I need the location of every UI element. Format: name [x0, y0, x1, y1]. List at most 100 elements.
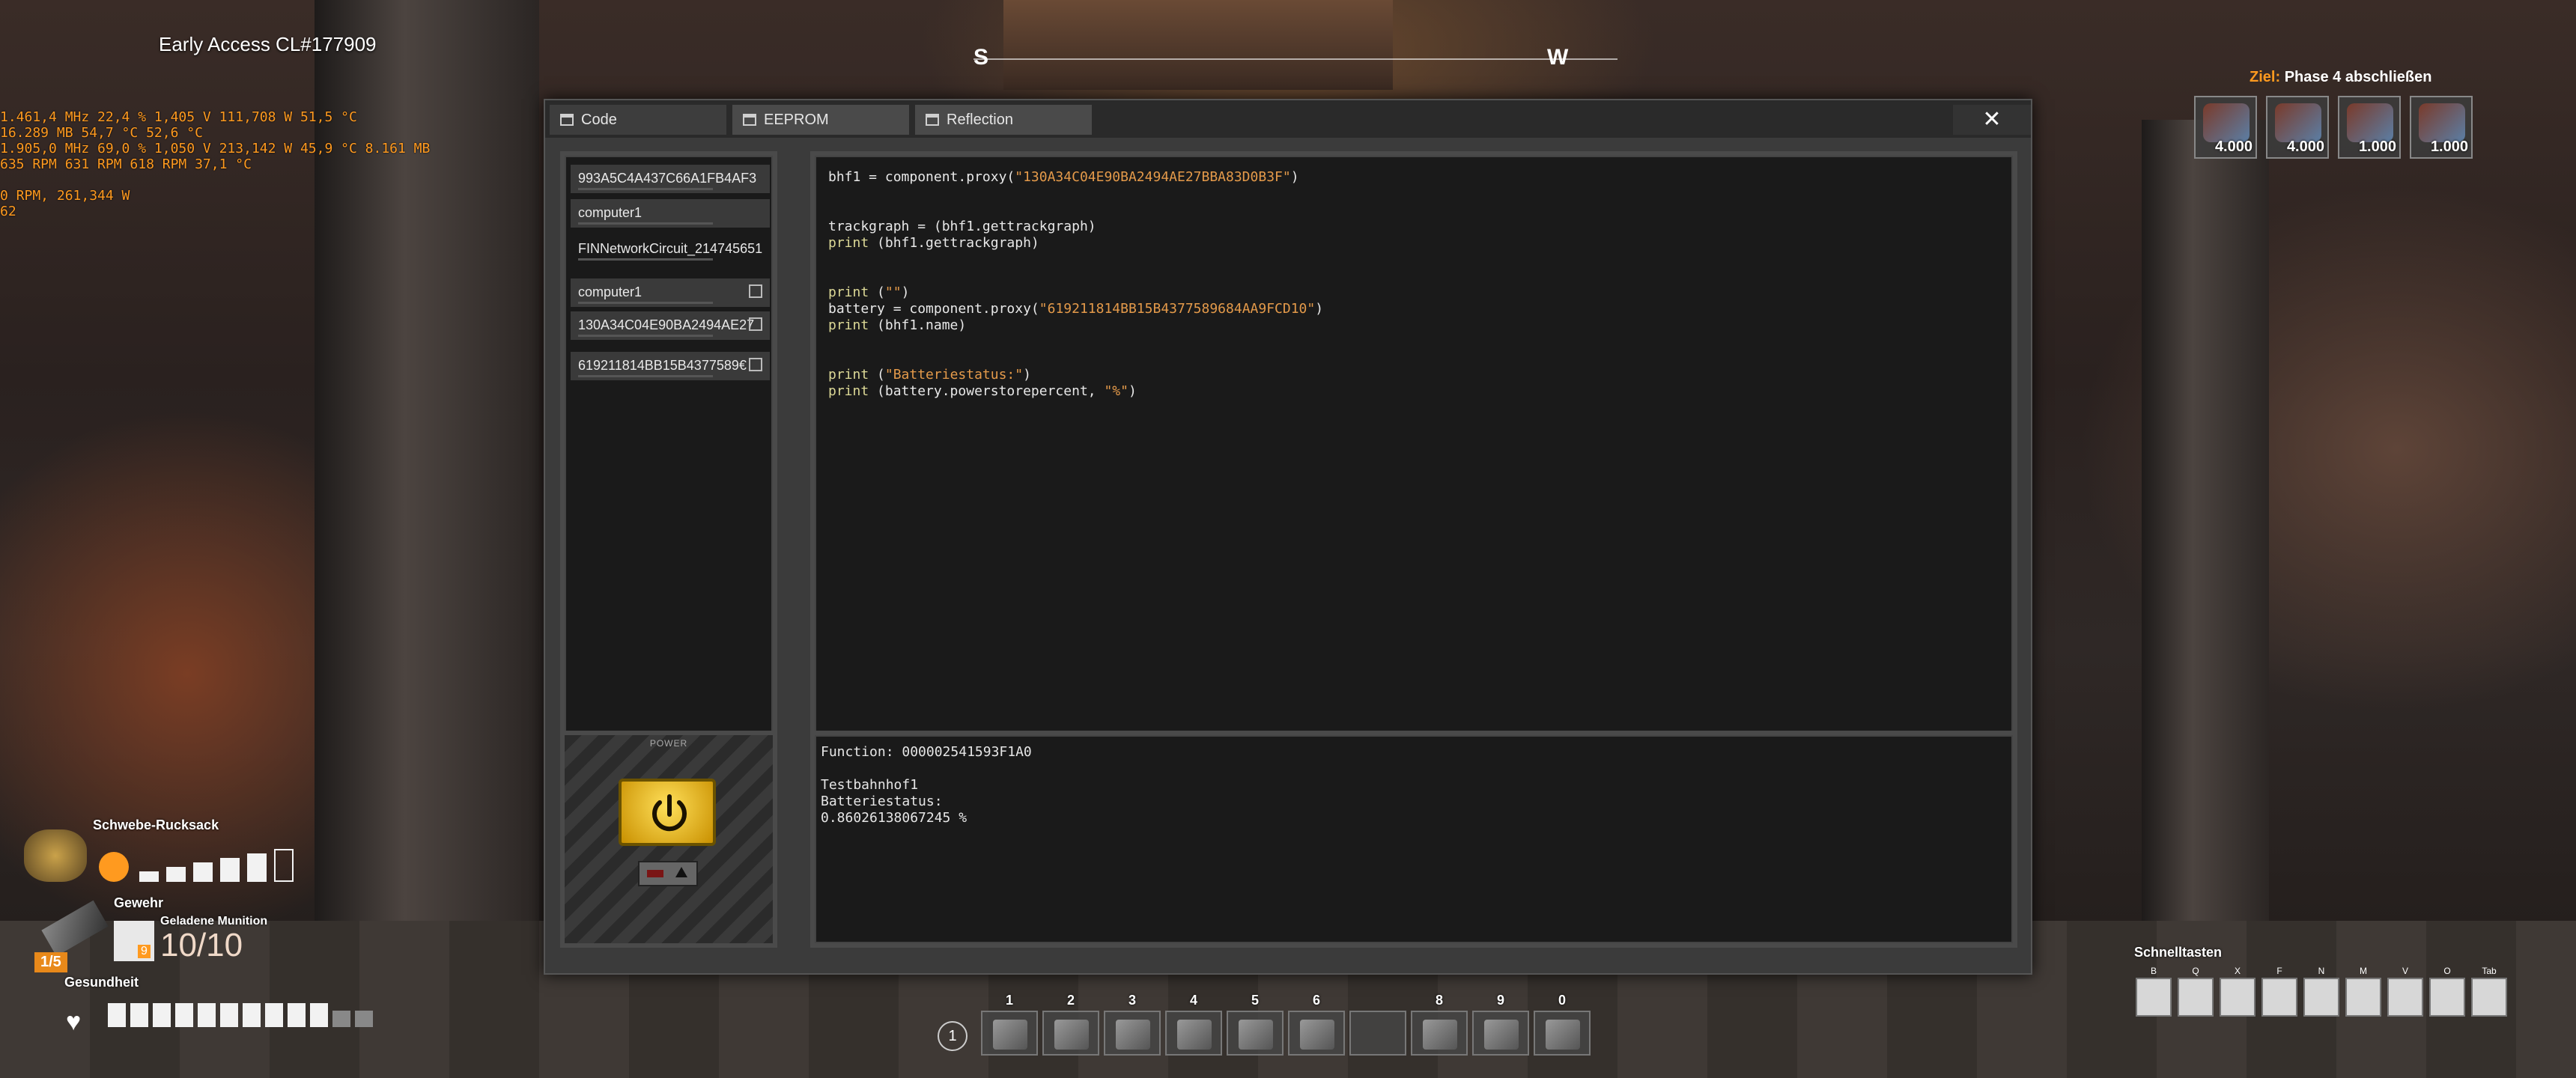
hotbar-slot[interactable]: 2 — [1042, 993, 1099, 1056]
console-text: Function: 000002541593F1A0 Testbahnhof1 … — [821, 744, 1032, 826]
component-divider — [578, 375, 713, 377]
jetpack-icon — [24, 829, 87, 882]
hotbar-slot[interactable] — [1349, 1011, 1406, 1056]
health-label: Gesundheit — [64, 975, 139, 990]
goal-item[interactable]: 1.000 — [2338, 96, 2401, 159]
quick-key-slot[interactable]: Q — [2178, 966, 2214, 1017]
component-item[interactable]: 619211814BB15B4377589€ — [571, 352, 770, 380]
hotbar-slot[interactable]: 4 — [1165, 993, 1222, 1056]
tool-icon — [1239, 1020, 1273, 1050]
component-label: computer1 — [578, 205, 643, 220]
health-segment — [332, 1011, 350, 1027]
tab-reflection[interactable]: Reflection — [915, 105, 1092, 135]
goal-prefix: Ziel: — [2250, 69, 2281, 85]
component-item[interactable]: computer1 — [571, 199, 770, 228]
quick-key-slot[interactable]: N — [2303, 966, 2339, 1017]
tab-eeprom-label: EEPROM — [764, 111, 829, 128]
goal-item[interactable]: 4.000 — [2194, 96, 2257, 159]
health-segment — [310, 1003, 328, 1027]
code-line: print ("Batteriestatus:") — [828, 367, 1323, 383]
code-line: print (bhf1.name) — [828, 317, 1323, 334]
health-segment — [175, 1003, 193, 1027]
health-segment — [220, 1003, 238, 1027]
hotbar-page[interactable]: 1 — [938, 1021, 967, 1051]
window-icon — [560, 114, 574, 126]
health-segment — [153, 1003, 171, 1027]
goal-item-qty: 4.000 — [2286, 138, 2324, 155]
component-item[interactable]: 130A34C04E90BA2494AE27 — [571, 311, 770, 340]
external-link-icon[interactable] — [749, 317, 762, 331]
component-item[interactable]: FINNetworkCircuit_214745651 — [571, 235, 770, 264]
power-label: POWER — [649, 738, 688, 749]
hotbar-slot[interactable]: 3 — [1104, 993, 1161, 1056]
goal-item-qty: 1.000 — [2430, 138, 2468, 155]
quick-key-slot[interactable]: Tab — [2471, 966, 2507, 1017]
tool-icon — [1423, 1020, 1457, 1050]
window-icon — [743, 114, 756, 126]
hotbar-slot[interactable]: 8 — [1411, 993, 1468, 1056]
component-label: 993A5C4A437C66A1FB4AF3 — [578, 171, 757, 186]
code-token: ) — [1128, 383, 1137, 399]
ammo-value: 10/10 — [160, 927, 243, 963]
quick-key-slot[interactable]: O — [2429, 966, 2465, 1017]
hotbar-slot-number: 0 — [1558, 993, 1566, 1008]
component-item[interactable]: 993A5C4A437C66A1FB4AF3 — [571, 165, 770, 193]
jetpack-check-icon — [99, 852, 129, 882]
code-token: (battery.powerstorepercent, — [869, 383, 1105, 399]
component-label: FINNetworkCircuit_214745651 — [578, 241, 763, 256]
component-label: 619211814BB15B4377589€ — [578, 358, 747, 373]
power-button[interactable] — [619, 779, 716, 846]
hotbar-slot[interactable]: 6 — [1288, 993, 1345, 1056]
tool-icon — [993, 1020, 1027, 1050]
tool-icon — [1484, 1020, 1519, 1050]
goal-item[interactable]: 4.000 — [2266, 96, 2329, 159]
goal-item-qty: 4.000 — [2214, 138, 2253, 155]
jetpack-label: Schwebe-Rucksack — [93, 817, 219, 832]
ammo-badge: 9 — [138, 945, 151, 958]
hotbar-slot[interactable]: 5 — [1227, 993, 1284, 1056]
code-token: print — [828, 235, 869, 251]
weapon-counter: 1/5 — [34, 952, 67, 972]
quick-key-slot[interactable]: B — [2136, 966, 2172, 1017]
quick-key-slot[interactable]: V — [2387, 966, 2423, 1017]
component-divider — [578, 302, 713, 304]
quick-key-slot[interactable]: F — [2261, 966, 2297, 1017]
component-item[interactable]: computer1 — [571, 278, 770, 307]
hotbar-slot-number: 9 — [1496, 993, 1504, 1008]
power-led — [647, 870, 663, 877]
motor-icon — [2203, 103, 2250, 142]
code-token: (bhf1.gettrackgraph) — [869, 235, 1039, 251]
quick-key-slot[interactable]: X — [2220, 966, 2255, 1017]
health-segment — [265, 1003, 283, 1027]
perf-line: 635 RPM 631 RPM 618 RPM 37,1 °C — [0, 156, 252, 172]
hotbar-slot-number: 1 — [1005, 993, 1013, 1008]
goal-item[interactable]: 1.000 — [2410, 96, 2473, 159]
code-text[interactable]: bhf1 = component.proxy("130A34C04E90BA24… — [828, 169, 1323, 400]
hotbar-slot[interactable]: 9 — [1472, 993, 1529, 1056]
external-link-icon[interactable] — [749, 358, 762, 371]
hotbar-slot-number: 4 — [1189, 993, 1197, 1008]
quick-key-slot[interactable]: M — [2345, 966, 2381, 1017]
power-toggle[interactable] — [638, 861, 698, 886]
code-token: print — [828, 383, 869, 399]
external-link-icon[interactable] — [749, 284, 762, 298]
quick-key-label: F — [2276, 966, 2282, 976]
hotbar-slot-number: 2 — [1066, 993, 1075, 1008]
hotbar-slot[interactable]: 1 — [981, 993, 1038, 1056]
tab-eeprom[interactable]: EEPROM — [732, 105, 909, 135]
health-segment — [243, 1003, 261, 1027]
close-button[interactable]: ✕ — [1953, 105, 2031, 135]
component-label: computer1 — [578, 284, 643, 299]
code-line: print (battery.powerstorepercent, "%") — [828, 383, 1323, 400]
quick-key-label: Tab — [2482, 966, 2497, 976]
code-token: ( — [869, 367, 885, 383]
tab-code[interactable]: Code — [550, 105, 726, 135]
hotbar-slot[interactable]: 0 — [1534, 993, 1591, 1056]
code-token: print — [828, 317, 869, 333]
component-list-panel: 993A5C4A437C66A1FB4AF3 computer1 FINNetwor… — [560, 151, 777, 803]
tool-icon — [1177, 1020, 1212, 1050]
code-line: print ("") — [828, 284, 1323, 301]
code-editor[interactable]: bhf1 = component.proxy("130A34C04E90BA24… — [810, 151, 2017, 803]
